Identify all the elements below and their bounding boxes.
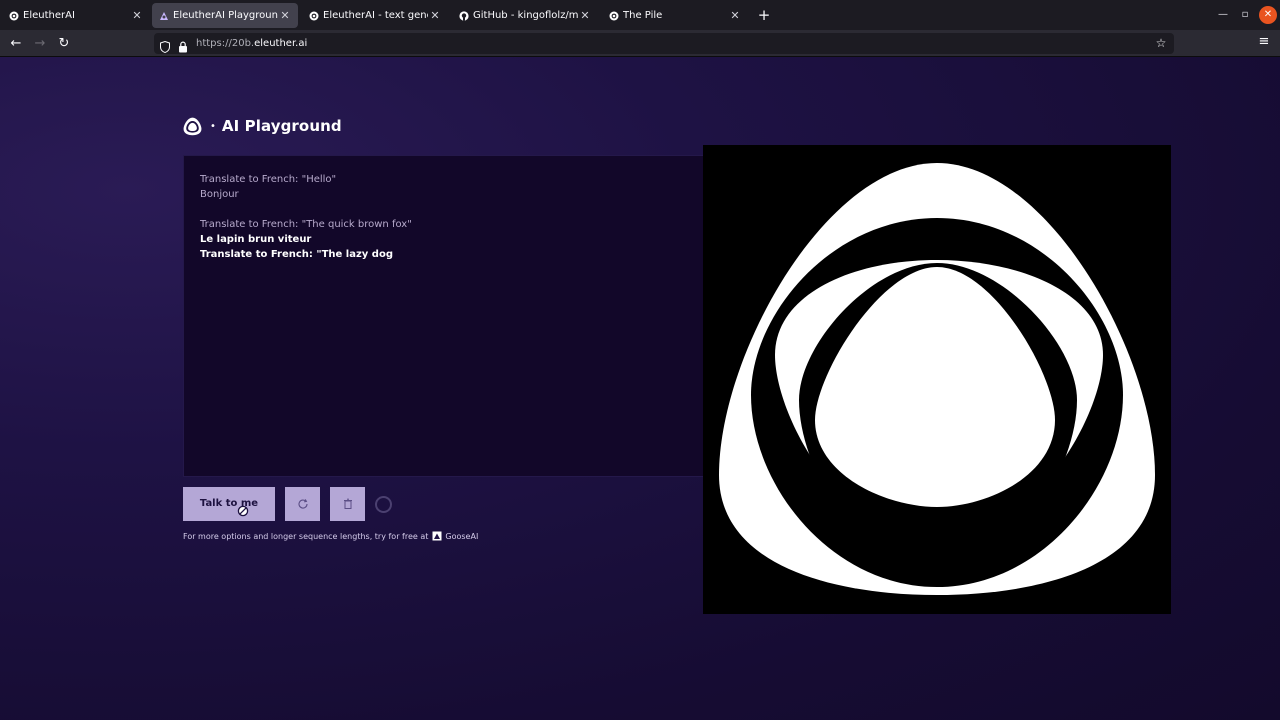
prompt-line: Bonjour	[200, 189, 239, 200]
eleutherai-logo-icon	[183, 117, 202, 136]
page-title: AI Playground	[221, 117, 342, 135]
forward-arrow-icon[interactable]: →	[30, 34, 50, 54]
tab-title: GitHub - kingoflolz/mesh	[473, 10, 578, 21]
brand-separator: •	[210, 120, 216, 132]
navigation-bar: ← → ↻ https://20b.eleuther.ai ☆ ≡	[0, 30, 1280, 57]
eleutherai-large-logo	[703, 145, 1171, 614]
tab-strip: EleutherAI ✕ EleutherAI Playground ✕ Ele…	[0, 0, 1280, 30]
close-window-icon[interactable]: ✕	[1259, 6, 1277, 24]
tab-close-icon[interactable]: ✕	[278, 9, 292, 22]
tab-title: EleutherAI Playground	[173, 10, 278, 21]
back-arrow-icon[interactable]: ←	[6, 34, 26, 54]
eleutherai-favicon-icon	[309, 11, 319, 21]
new-tab-button[interactable]: +	[755, 5, 773, 25]
eleutherai-favicon-icon	[9, 11, 19, 21]
clear-button[interactable]	[330, 487, 365, 521]
maximize-icon[interactable]: ▫	[1236, 6, 1254, 24]
tab-eleutherai[interactable]: EleutherAI ✕	[2, 3, 150, 28]
eleutherai-favicon-icon	[609, 11, 619, 21]
playground-favicon-icon	[159, 11, 169, 21]
prompt-line: Translate to French: "The quick brown fo…	[200, 219, 412, 230]
minimize-icon[interactable]: —	[1214, 6, 1232, 24]
footer-note: For more options and longer sequence len…	[183, 531, 478, 541]
address-bar[interactable]: https://20b.eleuther.ai ☆	[154, 33, 1174, 54]
reload-icon[interactable]: ↻	[54, 34, 74, 54]
tab-eleutherai-playground[interactable]: EleutherAI Playground ✕	[152, 3, 298, 28]
page-content: • AI Playground Translate to French: "He…	[0, 57, 1280, 720]
not-allowed-cursor-icon	[237, 502, 249, 517]
tab-title: EleutherAI - text generati	[323, 10, 428, 21]
generated-line: Translate to French: "The lazy dog	[200, 249, 393, 260]
talk-to-me-button[interactable]: Talk to me	[183, 487, 275, 521]
footer-text: For more options and longer sequence len…	[183, 531, 429, 541]
prompt-line	[200, 202, 687, 217]
prompt-textarea[interactable]: Translate to French: "Hello" Bonjour Tra…	[183, 155, 703, 477]
shield-icon[interactable]	[160, 38, 170, 53]
tab-eleutherai-text-generation[interactable]: EleutherAI - text generati ✕	[302, 3, 448, 28]
loading-spinner-icon	[375, 496, 392, 513]
github-favicon-icon	[459, 10, 469, 21]
generated-line: Le lapin brun viteur	[200, 234, 312, 245]
tab-github-mesh[interactable]: GitHub - kingoflolz/mesh ✕	[452, 3, 598, 28]
prompt-line: Translate to French: "Hello"	[200, 174, 337, 185]
tab-close-icon[interactable]: ✕	[130, 9, 144, 22]
bookmark-star-icon[interactable]: ☆	[1154, 36, 1168, 50]
refresh-icon	[297, 499, 308, 509]
lock-icon[interactable]	[178, 38, 188, 52]
brand-header: • AI Playground	[183, 115, 342, 137]
tab-close-icon[interactable]: ✕	[578, 9, 592, 22]
tab-close-icon[interactable]: ✕	[428, 9, 442, 22]
regenerate-button[interactable]	[285, 487, 320, 521]
gooseai-link[interactable]: GooseAI	[445, 532, 478, 541]
tab-title: The Pile	[623, 10, 663, 21]
tab-the-pile[interactable]: The Pile ✕	[602, 3, 748, 28]
tab-close-icon[interactable]: ✕	[728, 9, 742, 22]
url-text: https://20b.eleuther.ai	[196, 38, 308, 49]
gooseai-icon	[432, 531, 442, 541]
hamburger-menu-icon[interactable]: ≡	[1256, 34, 1272, 52]
tab-title: EleutherAI	[23, 10, 75, 21]
trash-icon	[343, 498, 352, 509]
